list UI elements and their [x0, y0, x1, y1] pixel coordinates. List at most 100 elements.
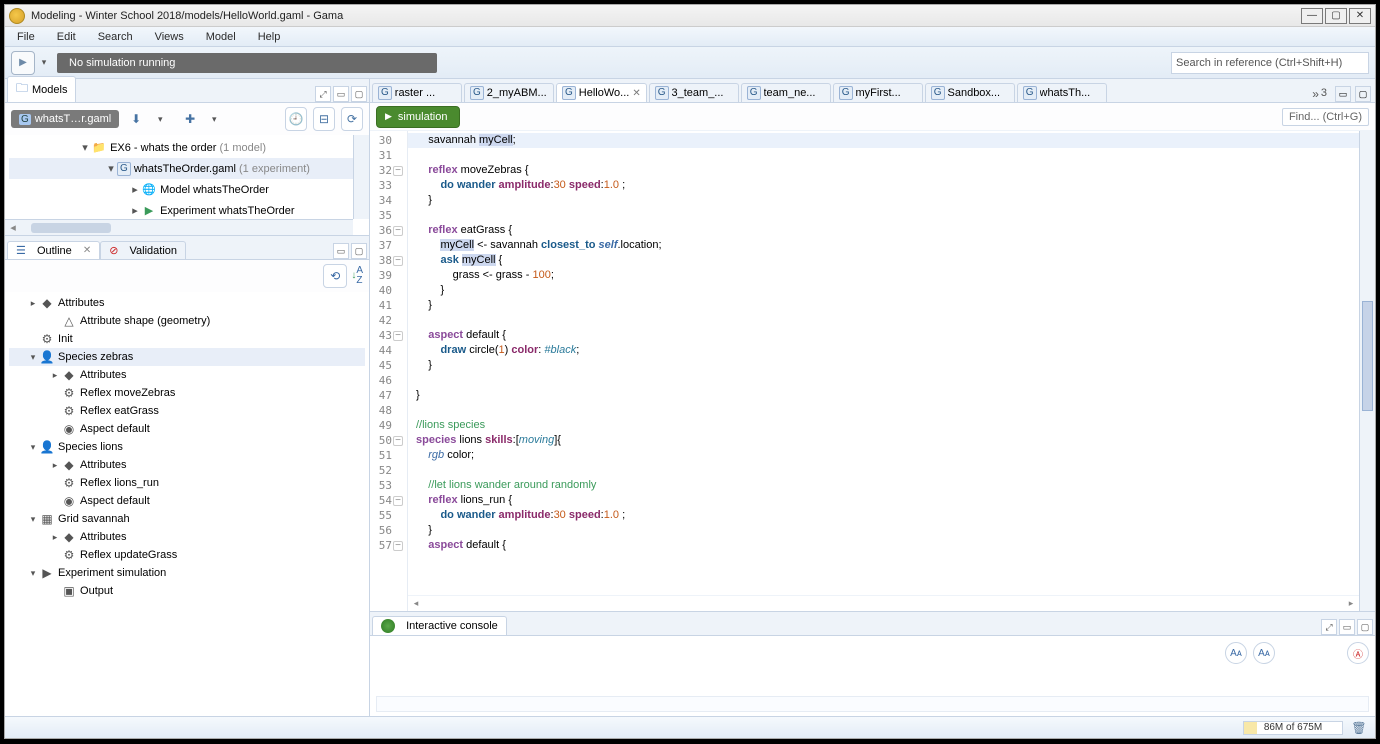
memory-text: 86M of 675M [1244, 722, 1342, 734]
outline-item[interactable]: ▣ Output [9, 582, 365, 600]
menu-help[interactable]: Help [254, 29, 285, 45]
gc-icon[interactable]: 🗑 [1351, 720, 1367, 736]
main-toolbar: ▾ No simulation running Search in refere… [5, 47, 1375, 79]
outline-item[interactable]: ▸◆ Attributes [9, 456, 365, 474]
link-editor-icon[interactable]: ⟳ [341, 107, 363, 131]
minimize-pane-icon[interactable]: ▭ [1335, 86, 1351, 102]
tab-validation[interactable]: ⊘ Validation [100, 241, 186, 259]
maximize-pane-icon[interactable]: ▢ [351, 243, 367, 259]
outline-item[interactable]: ▾▦ Grid savannah [9, 510, 365, 528]
close-button[interactable]: ✕ [1349, 8, 1371, 24]
new-dd[interactable]: ▾ [207, 107, 221, 131]
sort-az-icon[interactable]: ↓AZ [351, 266, 363, 286]
import-dd[interactable]: ▾ [153, 107, 167, 131]
menubar: File Edit Search Views Model Help [5, 27, 1375, 47]
editor-tab[interactable]: GmyFirst... [833, 83, 923, 102]
tree-model[interactable]: ▸🌐 Model whatsTheOrder [9, 179, 365, 200]
tree-vscroll[interactable] [353, 135, 369, 219]
tab-models[interactable]: 🗀 Models [7, 76, 76, 102]
import-button[interactable]: ⬇ [125, 107, 147, 131]
editor-tabs: Graster ...G2_myABM...GHelloWo...✕G3_tea… [370, 79, 1375, 103]
tab-outline[interactable]: ☰ Outline ✕ [7, 241, 100, 259]
run-button[interactable] [11, 51, 35, 75]
view-menu-icon[interactable]: ⤢ [315, 86, 331, 102]
outline-item[interactable]: ⚙ Reflex updateGrass [9, 546, 365, 564]
overview-ruler[interactable] [1359, 131, 1375, 611]
new-button[interactable]: ✚ [179, 107, 201, 131]
tree-experiment[interactable]: ▸▶ Experiment whatsTheOrder [9, 200, 365, 221]
window-title: Modeling - Winter School 2018/models/Hel… [31, 10, 1301, 22]
editor-tab[interactable]: Gteam_ne... [741, 83, 831, 102]
view-menu-icon[interactable]: ⤢ [1321, 619, 1337, 635]
menu-views[interactable]: Views [151, 29, 188, 45]
scroll-thumb[interactable] [1362, 301, 1373, 411]
minimize-pane-icon[interactable]: ▭ [1339, 619, 1355, 635]
tree-hscroll[interactable]: ◂ [5, 219, 353, 235]
editor-tab[interactable]: GwhatsTh... [1017, 83, 1107, 102]
editor-tab[interactable]: GSandbox... [925, 83, 1015, 102]
find-input[interactable]: Find... (Ctrl+G) [1282, 108, 1369, 126]
menu-model[interactable]: Model [202, 29, 240, 45]
refresh-icon[interactable]: ⟲ [323, 264, 347, 288]
editor-tab[interactable]: GHelloWo...✕ [556, 83, 647, 102]
close-icon[interactable]: ✕ [83, 245, 91, 256]
outline-item[interactable]: ▸◆ Attributes [9, 366, 365, 384]
chat-icon [381, 619, 395, 633]
outline-item[interactable]: ▾👤 Species lions [9, 438, 365, 456]
outline-item[interactable]: △ Attribute shape (geometry) [9, 312, 365, 330]
outline-item[interactable]: ◉ Aspect default [9, 420, 365, 438]
outline-item[interactable]: ▸◆ Attributes [9, 294, 365, 312]
outline-item[interactable]: ⚙ Reflex moveZebras [9, 384, 365, 402]
models-tree[interactable]: ▾📁 EX6 - whats the order (1 model) ▾G wh… [5, 135, 369, 235]
maximize-pane-icon[interactable]: ▢ [1357, 619, 1373, 635]
outline-item[interactable]: ▸◆ Attributes [9, 528, 365, 546]
models-panel: 🗀 Models ⤢ ▭ ▢ GwhatsT…r.gaml ⬇▾ ✚▾ 🕘 [5, 79, 369, 236]
clock-icon[interactable]: 🕘 [285, 107, 307, 131]
code-area[interactable]: savannah myCell; reflex moveZebras { do … [408, 131, 1359, 611]
outline-item[interactable]: ⚙ Init [9, 330, 365, 348]
close-icon[interactable]: ✕ [632, 88, 640, 99]
chip-label: whatsT…r.gaml [35, 113, 111, 125]
outline-item[interactable]: ▾▶ Experiment simulation [9, 564, 365, 582]
folder-icon: 🗀 [16, 79, 28, 100]
minimize-pane-icon[interactable]: ▭ [333, 86, 349, 102]
console-panel: Interactive console ⤢ ▭ ▢ Aᴀ Aᴀ Ⓐ [370, 612, 1375, 716]
minimize-button[interactable]: — [1301, 8, 1323, 24]
collapse-icon[interactable]: ⊟ [313, 107, 335, 131]
tree-folder[interactable]: ▾📁 EX6 - whats the order (1 model) [9, 137, 365, 158]
reference-search-input[interactable]: Search in reference (Ctrl+Shift+H) [1171, 52, 1369, 74]
outline-item[interactable]: ◉ Aspect default [9, 492, 365, 510]
tab-label: Models [32, 84, 67, 96]
maximize-pane-icon[interactable]: ▢ [1355, 86, 1371, 102]
memory-indicator[interactable]: 86M of 675M [1243, 721, 1343, 735]
run-dropdown[interactable]: ▾ [37, 51, 51, 75]
tab-console[interactable]: Interactive console [372, 616, 507, 635]
console-input[interactable] [376, 696, 1369, 712]
simulation-button[interactable]: simulation [376, 106, 460, 128]
line-gutter[interactable]: 303132−33343536−3738−3940414243−44454647… [370, 131, 408, 611]
font-smaller-icon[interactable]: Aᴀ [1225, 642, 1247, 664]
outline-item[interactable]: ⚙ Reflex lions_run [9, 474, 365, 492]
outline-tree[interactable]: ▸◆ Attributes△ Attribute shape (geometry… [5, 292, 369, 716]
menu-search[interactable]: Search [94, 29, 137, 45]
minimize-pane-icon[interactable]: ▭ [333, 243, 349, 259]
outline-item[interactable]: ⚙ Reflex eatGrass [9, 402, 365, 420]
more-tabs-button[interactable]: »3 [1308, 87, 1331, 101]
editor-tab[interactable]: G3_team_... [649, 83, 739, 102]
titlebar[interactable]: Modeling - Winter School 2018/models/Hel… [5, 5, 1375, 27]
maximize-pane-icon[interactable]: ▢ [351, 86, 367, 102]
font-larger-icon[interactable]: Aᴀ [1253, 642, 1275, 664]
code-editor[interactable]: 303132−33343536−3738−3940414243−44454647… [370, 131, 1375, 612]
clear-console-icon[interactable]: Ⓐ [1347, 642, 1369, 664]
editor-tab[interactable]: Graster ... [372, 83, 462, 102]
menu-edit[interactable]: Edit [53, 29, 80, 45]
app-icon [9, 8, 25, 24]
editor-tab[interactable]: G2_myABM... [464, 83, 554, 102]
linked-file-chip[interactable]: GwhatsT…r.gaml [11, 110, 119, 128]
simulation-status: No simulation running [57, 53, 437, 73]
outline-item[interactable]: ▾👤 Species zebras [9, 348, 365, 366]
tree-file[interactable]: ▾G whatsTheOrder.gaml (1 experiment) [9, 158, 365, 179]
maximize-button[interactable]: ▢ [1325, 8, 1347, 24]
menu-file[interactable]: File [13, 29, 39, 45]
code-hscroll[interactable]: ◂▸ [408, 595, 1359, 611]
